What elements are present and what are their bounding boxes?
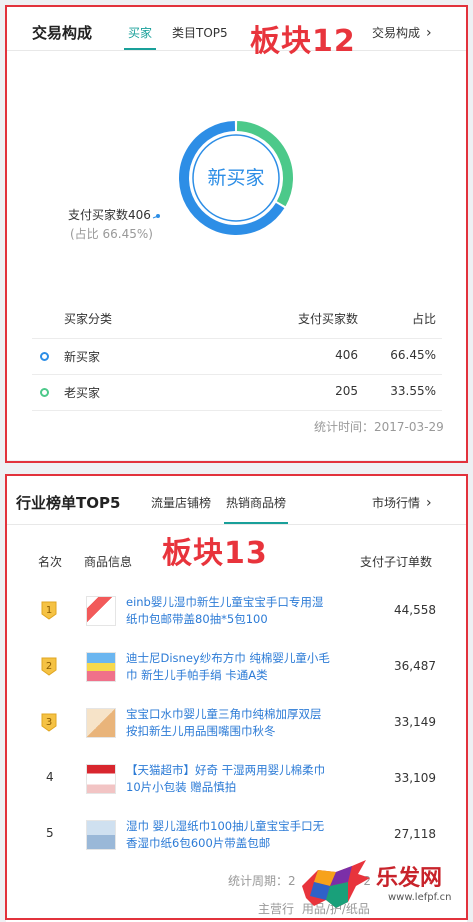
new-buyer-legend-icon xyxy=(40,352,49,361)
block-annotation-12: 板块12 xyxy=(250,24,356,59)
col-header-count: 支付买家数 xyxy=(298,312,359,326)
product-link[interactable]: 迪士尼Disney纱布方巾 纯棉婴儿童小毛巾 新生儿手帕手绢 卡通A类 xyxy=(126,650,331,684)
watermark-logo: 乐发网 www.lefpf.cn xyxy=(296,854,473,922)
tab-hot-products[interactable]: 热销商品榜 xyxy=(226,494,286,511)
stat-period-label: 统计周期：2 xyxy=(228,874,296,888)
tab-traffic-shops[interactable]: 流量店铺榜 xyxy=(151,494,211,511)
product-orders: 33,149 xyxy=(394,715,436,729)
old-buyer-legend-icon xyxy=(40,388,49,397)
svg-text:2: 2 xyxy=(46,661,52,672)
svg-text:3: 3 xyxy=(46,717,52,728)
stat-time: 统计时间：2017-03-29 xyxy=(314,420,444,434)
callout-ratio: (占比 66.45%) xyxy=(70,227,153,241)
product-link[interactable]: 宝宝口水巾婴儿童三角巾纯棉加厚双层按扣新生儿用品围嘴围巾秋冬 xyxy=(126,706,331,740)
market-trend-link[interactable]: 市场行情 › xyxy=(372,494,432,511)
chevron-right-icon: › xyxy=(426,495,432,511)
col-header-product: 商品信息 xyxy=(84,555,133,569)
trade-composition-link-label: 交易构成 xyxy=(372,26,421,40)
product-link[interactable]: 【天猫超市】好奇 干湿两用婴儿棉柔巾10片小包装 赠品慎拍 xyxy=(126,762,331,796)
chevron-right-icon: › xyxy=(426,25,432,41)
product-thumbnail[interactable] xyxy=(86,596,116,626)
row-label: 老买家 xyxy=(64,386,101,400)
table-divider xyxy=(32,338,442,339)
row-ratio: 66.45% xyxy=(390,348,436,362)
block-annotation-13: 板块13 xyxy=(162,536,268,571)
tab-active-underline xyxy=(124,48,156,50)
main-category-label: 主营行 xyxy=(258,902,295,916)
row-count: 406 xyxy=(335,348,358,362)
product-thumbnail[interactable] xyxy=(86,708,116,738)
table-divider xyxy=(32,410,442,411)
trade-composition-link[interactable]: 交易构成 › xyxy=(372,24,432,41)
product-orders: 44,558 xyxy=(394,603,436,617)
watermark-url: www.lefpf.cn xyxy=(388,892,452,903)
tab-active-underline xyxy=(224,522,288,524)
col-header-rank: 名次 xyxy=(38,555,63,569)
col-header-ratio: 占比 xyxy=(412,312,437,326)
product-orders: 27,118 xyxy=(394,827,436,841)
table-divider xyxy=(32,374,442,375)
trade-composition-header: 交易构成 买家 类目TOP5 交易构成 › xyxy=(6,6,467,51)
market-trend-link-label: 市场行情 xyxy=(372,496,421,510)
product-orders: 33,109 xyxy=(394,771,436,785)
row-count: 205 xyxy=(335,384,358,398)
svg-text:1: 1 xyxy=(46,605,52,616)
product-link[interactable]: 湿巾 婴儿湿纸巾100抽儿童宝宝手口无香湿巾纸6包600片带盖包邮 xyxy=(126,818,331,852)
donut-center-label: 新买家 xyxy=(207,167,264,189)
tab-category-top5[interactable]: 类目TOP5 xyxy=(172,24,228,41)
col-header-type: 买家分类 xyxy=(64,312,113,326)
trade-composition-panel: 交易构成 买家 类目TOP5 交易构成 › 板块12 新买家 支付买家数406 (… xyxy=(6,6,467,460)
donut-slice-old-buyers xyxy=(236,121,293,207)
product-link[interactable]: einb婴儿湿巾新生儿童宝宝手口专用湿纸巾包邮带盖80抽*5包100 xyxy=(126,594,331,628)
product-thumbnail[interactable] xyxy=(86,820,116,850)
col-header-orders: 支付子订单数 xyxy=(360,555,433,569)
panel-title: 交易构成 xyxy=(32,24,93,42)
panel-title: 行业榜单TOP5 xyxy=(16,494,121,512)
callout-value: 支付买家数406 xyxy=(68,208,151,222)
tab-buyers[interactable]: 买家 xyxy=(128,24,152,41)
product-thumbnail[interactable] xyxy=(86,652,116,682)
rank-number: 4 xyxy=(46,770,54,784)
rank-3-badge-icon: 3 xyxy=(41,713,57,732)
row-ratio: 33.55% xyxy=(390,384,436,398)
watermark-text: 乐发网 xyxy=(376,865,443,891)
rank-1-badge-icon: 1 xyxy=(41,601,57,620)
product-orders: 36,487 xyxy=(394,659,436,673)
row-label: 新买家 xyxy=(64,350,101,364)
callout-dot xyxy=(156,214,160,218)
rank-2-badge-icon: 2 xyxy=(41,657,57,676)
rank-number: 5 xyxy=(46,826,54,840)
industry-ranking-header: 行业榜单TOP5 流量店铺榜 热销商品榜 市场行情 › xyxy=(6,476,467,525)
product-thumbnail[interactable] xyxy=(86,764,116,794)
bull-logo-icon xyxy=(302,860,370,908)
